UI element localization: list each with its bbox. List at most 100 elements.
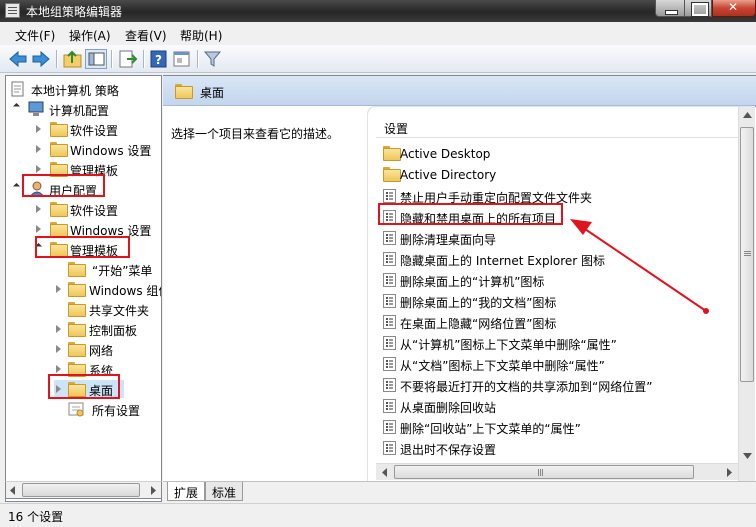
tree-start-menu[interactable]: “开始”菜单: [54, 260, 161, 278]
policy-setting-icon: [383, 252, 396, 266]
expand-arrow-icon[interactable]: [12, 182, 21, 191]
tree-horizontal-scrollbar[interactable]: [5, 481, 162, 499]
settings-item-label: Active Desktop: [400, 147, 491, 161]
tree-all-settings[interactable]: 所有设置: [54, 400, 161, 418]
description-area: 选择一个项目来查看它的描述。: [163, 107, 372, 482]
settings-item-label: 删除清理桌面向导: [400, 233, 497, 247]
settings-item-label: 从“计算机”图标上下文菜单中删除“属性”: [400, 338, 617, 352]
gpedit-window: 本地组策略编辑器 文件(F) 操作(A) 查看(V) 帮助(H) ?: [0, 0, 756, 527]
filter-icon[interactable]: [202, 49, 224, 69]
close-button[interactable]: [712, 0, 756, 17]
tree-uc-software[interactable]: 软件设置: [34, 200, 161, 218]
computer-icon: [28, 101, 44, 116]
scroll-left-icon[interactable]: [381, 468, 388, 477]
back-icon[interactable]: [7, 49, 29, 69]
expand-arrow-icon[interactable]: [56, 325, 61, 333]
expand-arrow-icon[interactable]: [56, 285, 61, 293]
folder-icon: [50, 202, 68, 217]
forward-icon[interactable]: [30, 49, 52, 69]
vertical-scrollbar[interactable]: [738, 107, 755, 482]
policy-setting-icon: [383, 336, 396, 350]
settings-item-label: 退出时不保存设置: [400, 443, 497, 457]
menu-help[interactable]: 帮助(H): [180, 27, 222, 44]
menu-bar: 文件(F) 操作(A) 查看(V) 帮助(H): [0, 24, 756, 44]
maximize-button[interactable]: [685, 0, 712, 17]
menu-action[interactable]: 操作(A): [69, 27, 111, 44]
column-header-setting[interactable]: 设置: [376, 118, 744, 138]
tree-system[interactable]: 系统: [54, 360, 161, 378]
folder-icon: [68, 262, 86, 277]
policy-setting-icon: [383, 378, 396, 392]
scroll-up-icon[interactable]: [743, 112, 752, 118]
settings-item-label: 从桌面删除回收站: [400, 401, 497, 415]
tree-control-panel[interactable]: 控制面板: [54, 320, 161, 338]
tree-cc-admin[interactable]: 管理模板: [34, 160, 161, 178]
tab-extended[interactable]: 扩展: [167, 482, 206, 501]
expand-arrow-icon[interactable]: [36, 145, 41, 153]
app-icon: [5, 3, 20, 18]
tree-root[interactable]: 本地计算机 策略: [10, 80, 160, 98]
expand-arrow-icon[interactable]: [36, 225, 41, 233]
tree-cc-windows[interactable]: Windows 设置: [34, 140, 161, 158]
tree-windows-components-label: Windows 组件: [89, 284, 161, 298]
settings-list: 设置 Active Desktop Active Directory 禁止用户手动重…: [368, 107, 756, 482]
expand-arrow-icon[interactable]: [56, 365, 61, 373]
tree-cc-admin-label: 管理模板: [70, 164, 119, 178]
expand-arrow-icon[interactable]: [56, 345, 61, 353]
policy-setting-icon: [383, 294, 396, 308]
tree-all-settings-label: 所有设置: [92, 404, 141, 418]
horizontal-scroll-thumb[interactable]: [394, 465, 694, 479]
tree-windows-components[interactable]: Windows 组件: [54, 280, 161, 298]
properties-icon[interactable]: [171, 49, 193, 69]
folder-icon: [68, 302, 86, 317]
menu-file[interactable]: 文件(F): [15, 27, 55, 44]
policy-tree: 本地计算机 策略 计算机配置 软件设置 Windows 设置 管理模板 用户配置: [5, 75, 162, 502]
tree-uc-windows[interactable]: Windows 设置: [34, 220, 161, 238]
tab-standard[interactable]: 标准: [205, 482, 244, 501]
tree-desktop-label: 桌面: [89, 384, 114, 398]
expand-arrow-icon[interactable]: [12, 102, 21, 111]
horizontal-scrollbar[interactable]: [376, 463, 738, 480]
title-bar[interactable]: 本地组策略编辑器: [0, 0, 756, 22]
scroll-right-icon[interactable]: [726, 468, 733, 477]
expand-arrow-icon[interactable]: [34, 242, 43, 251]
tree-user-config[interactable]: 用户配置: [12, 180, 161, 198]
minimize-button[interactable]: [655, 0, 685, 17]
tree-uc-admin-label: 管理模板: [70, 244, 119, 258]
tree-computer-config[interactable]: 计算机配置: [12, 100, 161, 118]
settings-item-label: 不要将最近打开的文档的共享添加到“网络位置”: [400, 380, 653, 394]
tree-network[interactable]: 网络: [54, 340, 161, 358]
tree-uc-admin[interactable]: 管理模板: [34, 240, 161, 258]
vertical-scroll-thumb[interactable]: [740, 127, 754, 382]
help-icon[interactable]: ?: [148, 49, 170, 69]
settings-item-label: Active Directory: [400, 168, 497, 182]
policy-setting-icon: [383, 420, 396, 434]
description-text: 选择一个项目来查看它的描述。: [171, 127, 340, 141]
scroll-down-icon[interactable]: [743, 453, 752, 459]
tree-cc-software[interactable]: 软件设置: [34, 120, 161, 138]
up-folder-icon[interactable]: [62, 49, 84, 69]
show-hide-tree-icon[interactable]: [85, 49, 107, 69]
policy-doc-icon: [11, 81, 24, 97]
window-title: 本地组策略编辑器: [26, 5, 123, 19]
folder-icon: [175, 84, 193, 99]
details-pane: 桌面 选择一个项目来查看它的描述。 设置 Active Desktop Activ…: [163, 75, 756, 502]
menu-view[interactable]: 查看(V): [125, 27, 167, 44]
folder-icon: [68, 342, 86, 357]
expand-arrow-icon[interactable]: [56, 385, 61, 393]
tree-shared-folders[interactable]: 共享文件夹: [54, 300, 161, 318]
tree-user-config-label: 用户配置: [49, 184, 98, 198]
column-header-label: 设置: [384, 122, 409, 136]
export-list-icon[interactable]: [117, 49, 139, 69]
tree-scroll-thumb[interactable]: [22, 483, 140, 497]
tree-root-label: 本地计算机 策略: [31, 84, 119, 98]
scroll-left-icon[interactable]: [9, 486, 17, 495]
tree-desktop[interactable]: 桌面: [54, 380, 124, 398]
settings-item-label: 删除桌面上的“我的文档”图标: [400, 296, 557, 310]
expand-arrow-icon[interactable]: [36, 125, 41, 133]
expand-arrow-icon[interactable]: [36, 205, 41, 213]
folder-icon: [50, 162, 68, 177]
tree-control-panel-label: 控制面板: [89, 324, 138, 338]
expand-arrow-icon[interactable]: [36, 165, 41, 173]
scroll-right-icon[interactable]: [150, 486, 158, 495]
